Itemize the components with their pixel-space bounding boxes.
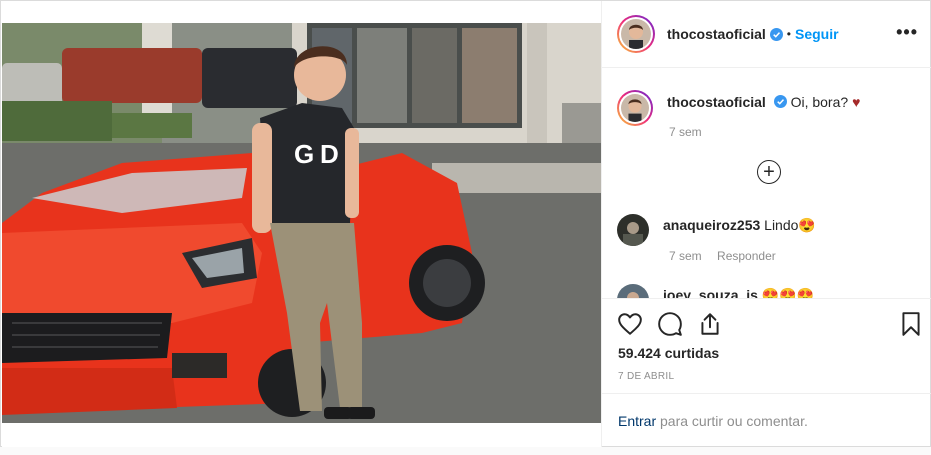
svg-text:G: G bbox=[294, 139, 314, 169]
post-container: G D thocostaoficial • Seguir ••• thocost… bbox=[0, 0, 931, 447]
caption-time[interactable]: 7 sem bbox=[669, 125, 702, 139]
verified-badge-icon bbox=[769, 27, 783, 41]
share-icon[interactable] bbox=[697, 311, 723, 337]
action-bar: 59.424 curtidas 7 DE ABRIL bbox=[602, 298, 931, 393]
comment-meta: 7 sem Responder bbox=[669, 249, 776, 263]
caption-avatar[interactable] bbox=[617, 90, 653, 126]
likes-count[interactable]: 59.424 curtidas bbox=[618, 345, 719, 361]
like-heart-icon[interactable] bbox=[617, 311, 643, 337]
caption-row: thocostaoficial Oi, bora? ♥ bbox=[617, 90, 860, 126]
caption-username[interactable]: thocostaoficial bbox=[667, 94, 766, 110]
comment-bubble-icon[interactable] bbox=[657, 311, 683, 337]
comments-list: thocostaoficial Oi, bora? ♥ 7 sem + anaq… bbox=[602, 69, 931, 298]
load-more-comments-icon[interactable]: + bbox=[757, 160, 781, 184]
bookmark-icon[interactable] bbox=[898, 311, 924, 337]
heart-emoji-icon: ♥ bbox=[852, 94, 861, 110]
photo-bottom-padding bbox=[2, 423, 601, 447]
commenter-avatar[interactable] bbox=[617, 284, 649, 298]
comment-text: anaqueiroz253 Lindo😍 bbox=[663, 216, 816, 234]
post-side-panel: thocostaoficial • Seguir ••• thocostaofi… bbox=[601, 1, 931, 447]
commenter-avatar-image bbox=[617, 214, 649, 246]
comment-username[interactable]: anaqueiroz253 bbox=[663, 217, 760, 233]
post-header: thocostaoficial • Seguir ••• bbox=[602, 1, 931, 68]
caption-body: Oi, bora? bbox=[790, 94, 849, 110]
caption-meta: 7 sem bbox=[669, 125, 702, 139]
author-username[interactable]: thocostaoficial bbox=[667, 26, 766, 42]
photo-illustration: G D bbox=[2, 23, 601, 423]
photo-top-padding bbox=[2, 1, 601, 23]
commenter-avatar[interactable] bbox=[617, 214, 649, 246]
page-bottom-strip bbox=[0, 447, 931, 455]
caption-verified-badge-icon bbox=[773, 95, 787, 108]
login-prompt: Entrar para curtir ou comentar. bbox=[602, 393, 931, 447]
login-link[interactable]: Entrar bbox=[618, 413, 656, 429]
more-options-icon[interactable]: ••• bbox=[896, 23, 918, 41]
comment-row: joey_souza_js 😍😍😍 bbox=[617, 284, 814, 298]
post-date[interactable]: 7 DE ABRIL bbox=[618, 371, 674, 382]
separator-dot: • bbox=[786, 27, 791, 41]
comment-text: joey_souza_js 😍😍😍 bbox=[663, 286, 814, 298]
reply-button[interactable]: Responder bbox=[717, 249, 776, 263]
login-prompt-text: para curtir ou comentar. bbox=[660, 413, 808, 429]
comment-time[interactable]: 7 sem bbox=[669, 249, 702, 263]
author-avatar[interactable] bbox=[617, 15, 655, 53]
svg-text:D: D bbox=[320, 139, 339, 169]
caption-text: thocostaoficial Oi, bora? ♥ bbox=[667, 93, 860, 111]
comment-row: anaqueiroz253 Lindo😍 bbox=[617, 214, 816, 246]
comment-username[interactable]: joey_souza_js bbox=[663, 287, 758, 298]
avatar-image bbox=[621, 19, 651, 49]
post-photo[interactable]: G D bbox=[2, 23, 601, 423]
commenter-avatar-image bbox=[617, 284, 649, 298]
caption-avatar-image bbox=[621, 94, 649, 122]
comment-body: Lindo😍 bbox=[764, 217, 816, 233]
comment-body: 😍😍😍 bbox=[761, 287, 815, 298]
follow-button[interactable]: Seguir bbox=[795, 26, 839, 42]
